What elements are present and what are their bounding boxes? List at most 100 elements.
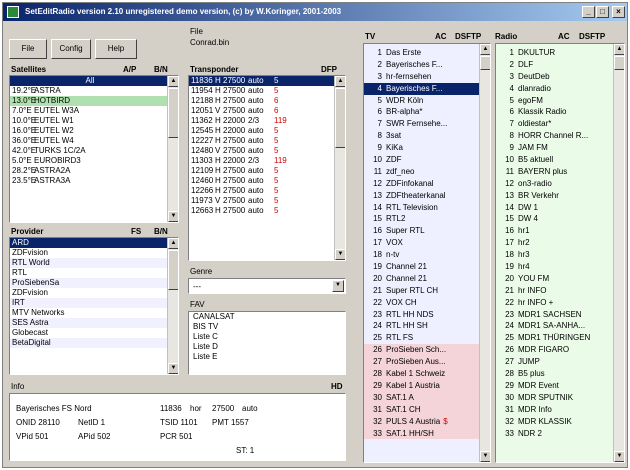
radio-channel-row[interactable]: 29 MDR Event <box>496 380 613 392</box>
fav-row[interactable]: Liste D <box>189 342 345 352</box>
radio-channel-row[interactable]: 17 hr2 <box>496 237 613 249</box>
tv-channel-row[interactable]: 6 BR-alpha* <box>364 106 479 118</box>
radio-channel-row[interactable]: 27 JUMP <box>496 356 613 368</box>
minimize-button[interactable]: _ <box>582 6 595 18</box>
tv-channel-row[interactable]: 21 Super RTL CH <box>364 285 479 297</box>
providers-list[interactable]: ARD ZDFvision RTL World RTL ProSiebenSa ZDFvi… <box>9 237 179 375</box>
tv-channel-row[interactable]: 4 Bayerisches F... <box>364 82 479 95</box>
radio-channel-row[interactable]: 32 MDR KLASSIK <box>496 416 613 428</box>
provider-row[interactable]: ProSiebenSa <box>10 278 168 288</box>
tv-scrollbar[interactable]: ▲ ▼ <box>479 44 490 462</box>
scroll-up-icon[interactable]: ▲ <box>168 238 178 249</box>
scroll-up-icon[interactable]: ▲ <box>168 76 178 87</box>
radio-channel-row[interactable]: 26 MDR FIGARO <box>496 344 613 356</box>
tv-channel-row[interactable]: 1 Das Erste <box>364 47 479 59</box>
satellite-row[interactable]: 19.2°E ASTRA <box>10 86 168 96</box>
transponder-row[interactable]: 11362 H 22000 2/3 119 <box>189 116 335 126</box>
tv-channel-row[interactable]: 30 SAT.1 A <box>364 391 479 404</box>
tv-channel-row[interactable]: 33 SAT.1 HH/SH <box>364 427 479 440</box>
provider-row[interactable]: RTL World <box>10 258 168 268</box>
tv-channel-row[interactable]: 5 WDR Köln <box>364 95 479 107</box>
radio-channel-row[interactable]: 28 B5 plus <box>496 368 613 380</box>
radio-channel-row[interactable]: 31 MDR Info <box>496 404 613 416</box>
radio-channel-row[interactable]: 13 BR Verkehr <box>496 190 613 202</box>
tv-channel-row[interactable]: 31 SAT.1 CH <box>364 403 479 416</box>
satellite-row[interactable]: 16.0°E EUTEL W2 <box>10 126 168 136</box>
tv-channel-row[interactable]: 13 ZDFtheaterkanal <box>364 190 479 202</box>
tv-channel-list[interactable]: 1 Das Erste 2 Bayerisches F... 3 hr-fernsehen… <box>363 43 491 463</box>
radio-channel-row[interactable]: 21 hr INFO <box>496 285 613 297</box>
radio-channel-row[interactable]: 6 Klassik Radio <box>496 106 613 118</box>
scroll-thumb[interactable] <box>614 56 624 70</box>
scroll-thumb[interactable] <box>168 250 178 290</box>
transponder-row[interactable]: 11836 H 27500 auto 5 <box>189 76 335 86</box>
tv-channel-row[interactable]: 32 PULS 4 Austria $ <box>364 415 479 428</box>
satellite-row[interactable]: 23.5°E ASTRA3A <box>10 176 168 186</box>
tv-channel-row[interactable]: 3 hr-fernsehen <box>364 71 479 83</box>
provider-row[interactable]: ZDFvision <box>10 288 168 298</box>
tv-channel-row[interactable]: 10 ZDF <box>364 154 479 166</box>
fav-row[interactable]: Liste E <box>189 352 345 362</box>
tv-channel-row[interactable]: 29 Kabel 1 Austria <box>364 379 479 392</box>
tv-channel-row[interactable]: 11 zdf_neo <box>364 166 479 178</box>
provider-row[interactable]: BetaDigital <box>10 338 168 348</box>
help-button[interactable]: Help <box>95 39 137 59</box>
satellite-row[interactable]: 13.0°E HOTBIRD <box>10 96 168 106</box>
satellite-row[interactable]: All <box>10 76 168 86</box>
tv-channel-row[interactable]: 18 n-tv <box>364 249 479 261</box>
radio-channel-row[interactable]: 8 HORR Channel R... <box>496 130 613 142</box>
transponder-row[interactable]: 12051 V 27500 auto 6 <box>189 106 335 116</box>
provider-row[interactable]: ZDFvision <box>10 248 168 258</box>
radio-channel-row[interactable]: 5 egoFM <box>496 95 613 107</box>
tv-channel-row[interactable]: 12 ZDFinfokanal <box>364 178 479 190</box>
fav-row[interactable]: BIS TV <box>189 322 345 332</box>
file-button[interactable]: File <box>9 39 47 59</box>
radio-channel-row[interactable]: 9 JAM FM <box>496 142 613 154</box>
provider-row[interactable]: IRT <box>10 298 168 308</box>
transponder-row[interactable]: 12227 H 27500 auto 5 <box>189 136 335 146</box>
scroll-down-icon[interactable]: ▼ <box>480 451 490 462</box>
radio-channel-row[interactable]: 11 BAYERN plus <box>496 166 613 178</box>
tv-channel-row[interactable]: 20 Channel 21 <box>364 273 479 285</box>
radio-channel-row[interactable]: 7 oldiestar* <box>496 118 613 130</box>
tv-channel-row[interactable]: 15 RTL2 <box>364 213 479 225</box>
close-button[interactable]: × <box>612 6 625 18</box>
radio-channel-row[interactable]: 14 DW 1 <box>496 202 613 214</box>
radio-channel-row[interactable]: 2 DLF <box>496 59 613 71</box>
scroll-down-icon[interactable]: ▼ <box>335 249 345 260</box>
tv-channel-row[interactable]: 16 Super RTL <box>364 225 479 237</box>
fav-row[interactable]: CANALSAT <box>189 312 345 322</box>
tv-channel-row[interactable]: 2 Bayerisches F... <box>364 59 479 71</box>
tv-channel-row[interactable]: 14 RTL Television <box>364 202 479 214</box>
radio-channel-row[interactable]: 10 B5 aktuell <box>496 154 613 166</box>
transponders-list[interactable]: 11836 H 27500 auto 5 11954 H 27500 auto 5 12188 H 27… <box>188 75 346 261</box>
radio-channel-row[interactable]: 18 hr3 <box>496 249 613 261</box>
tv-channel-row[interactable]: 7 SWR Fernsehe... <box>364 118 479 130</box>
tv-channel-row[interactable]: 22 VOX CH <box>364 297 479 309</box>
transponder-row[interactable]: 12480 V 27500 auto 5 <box>189 146 335 156</box>
transponder-row[interactable]: 11303 H 22000 2/3 119 <box>189 156 335 166</box>
scroll-down-icon[interactable]: ▼ <box>168 363 178 374</box>
scroll-down-icon[interactable]: ▼ <box>168 211 178 222</box>
fav-list[interactable]: CANALSAT BIS TV Liste C Liste D Liste E <box>188 311 346 375</box>
satellite-row[interactable]: 5.0°E EUROBIRD3 <box>10 156 168 166</box>
config-button[interactable]: Config <box>51 39 91 59</box>
radio-channel-row[interactable]: 33 NDR 2 <box>496 428 613 440</box>
radio-channel-row[interactable]: 22 hr INFO + <box>496 297 613 309</box>
radio-channel-row[interactable]: 25 MDR1 THÜRINGEN <box>496 332 613 344</box>
radio-channel-list[interactable]: 1 DKULTUR 2 DLF 3 DeutDeb 4 dlanradio 5 egoFM 6 Kla… <box>495 43 625 463</box>
satellites-list[interactable]: All 19.2°E ASTRA 13.0°E HOTBIRD 7.0°E EUTEL W3… <box>9 75 179 223</box>
transponder-row[interactable]: 12188 H 27500 auto 6 <box>189 96 335 106</box>
tv-channel-row[interactable]: 8 3sat <box>364 130 479 142</box>
scroll-down-icon[interactable]: ▼ <box>614 451 624 462</box>
chevron-down-icon[interactable]: ▼ <box>332 280 344 292</box>
scroll-up-icon[interactable]: ▲ <box>335 76 345 87</box>
satellite-row[interactable]: 42.0°E TURKS 1C/2A <box>10 146 168 156</box>
radio-channel-row[interactable]: 19 hr4 <box>496 261 613 273</box>
scroll-thumb[interactable] <box>480 56 490 70</box>
maximize-button[interactable]: □ <box>596 6 609 18</box>
radio-channel-row[interactable]: 23 MDR1 SACHSEN <box>496 309 613 321</box>
satellites-scrollbar[interactable]: ▲ ▼ <box>167 76 178 222</box>
scroll-up-icon[interactable]: ▲ <box>480 44 490 55</box>
transponder-row[interactable]: 11954 H 27500 auto 5 <box>189 86 335 96</box>
